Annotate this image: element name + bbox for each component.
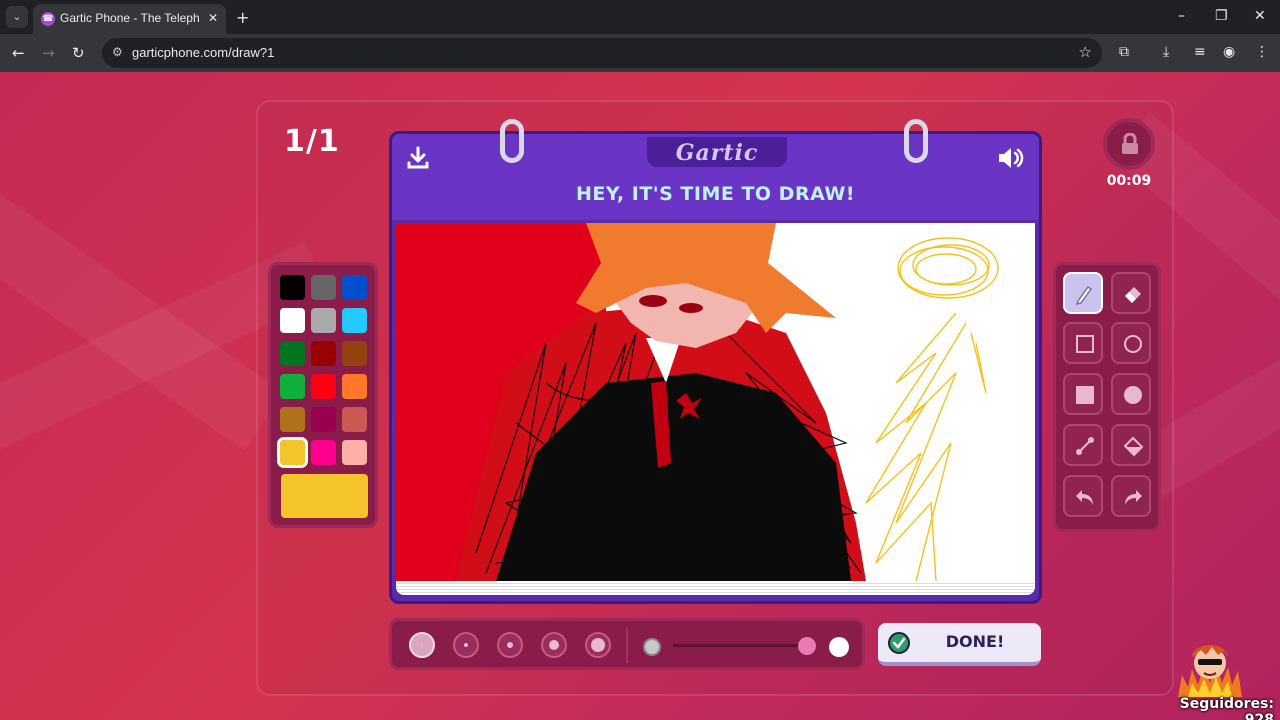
drawing-board: Gartic HEY, IT'S TIME TO DRAW! [389, 119, 1042, 604]
new-tab-button[interactable]: + [236, 8, 249, 27]
board-header: Gartic HEY, IT'S TIME TO DRAW! [392, 134, 1039, 220]
maximize-button[interactable]: ❐ [1215, 8, 1228, 24]
color-swatch[interactable] [342, 308, 367, 333]
lock-icon [1121, 132, 1139, 159]
notebook-pages-edge [396, 581, 1035, 595]
brush-size-panel [389, 618, 865, 670]
line-icon [1076, 437, 1094, 455]
pencil-tool[interactable] [1063, 272, 1103, 314]
opacity-slider-thumb[interactable] [798, 637, 816, 655]
rectangle-fill-icon [1076, 386, 1094, 404]
brand-tab: Gartic [647, 137, 787, 167]
brush-size-4[interactable] [541, 632, 567, 658]
color-swatch[interactable] [280, 407, 305, 432]
checkmark-icon [888, 632, 910, 654]
undo-icon [1076, 490, 1093, 505]
color-swatch[interactable] [280, 275, 305, 300]
download-icon[interactable] [406, 146, 430, 174]
tool-panel [1053, 262, 1161, 532]
opacity-max-indicator [829, 637, 849, 657]
bookmark-star-icon[interactable]: ☆ [1079, 43, 1092, 61]
ellipse-fill-icon [1124, 386, 1142, 404]
address-bar[interactable]: ⚙ garticphone.com/draw?1 ☆ [102, 38, 1102, 68]
done-label: DONE! [945, 632, 1005, 651]
line-tool[interactable] [1063, 424, 1103, 466]
color-swatch[interactable] [311, 275, 336, 300]
current-color-preview [281, 474, 368, 518]
instruction-headline: HEY, IT'S TIME TO DRAW! [575, 183, 856, 205]
opacity-min-indicator [643, 638, 661, 656]
close-window-button[interactable]: ✕ [1254, 8, 1266, 24]
color-swatch[interactable] [342, 275, 367, 300]
color-swatch[interactable] [311, 341, 336, 366]
eraser-tool[interactable] [1111, 272, 1151, 314]
undo-tool[interactable] [1063, 475, 1103, 517]
rectangle-outline-icon [1076, 335, 1094, 353]
downloads-icon[interactable]: ⤓ [1163, 44, 1169, 60]
brush-size-2[interactable] [453, 632, 479, 658]
profile-icon[interactable]: ◉ [1223, 44, 1235, 60]
browser-toolbar: ← → ↻ ⚙ garticphone.com/draw?1 ☆ ⧉ ⤓ ≡ ◉… [0, 34, 1280, 72]
tab-close-icon[interactable]: ✕ [208, 11, 218, 25]
binder-ring-right [904, 119, 928, 163]
color-swatch[interactable] [342, 374, 367, 399]
tab-list-button[interactable]: ⌄ [6, 6, 28, 28]
browser-tab[interactable]: ☎ Gartic Phone - The Telephone Game ✕ [33, 4, 226, 34]
site-settings-icon[interactable]: ⚙ [112, 45, 123, 59]
color-swatch[interactable] [311, 440, 336, 465]
streamer-avatar [1174, 635, 1246, 697]
url-text: garticphone.com/draw?1 [132, 45, 275, 60]
ellipse-outline-tool[interactable] [1111, 322, 1151, 364]
minimize-button[interactable]: – [1178, 8, 1185, 24]
brush-size-3[interactable] [497, 632, 523, 658]
rectangle-fill-tool[interactable] [1063, 373, 1103, 415]
color-palette [268, 262, 378, 528]
game-viewport: 1/1 Gartic HEY, IT'S TIME TO DRAW! 00:09… [0, 72, 1280, 720]
extensions-icon[interactable]: ⧉ [1119, 44, 1129, 60]
ellipse-outline-icon [1124, 335, 1142, 353]
color-swatch[interactable] [342, 341, 367, 366]
back-arrow-icon[interactable]: ← [12, 44, 25, 62]
color-swatch[interactable] [311, 308, 336, 333]
binder-ring-left [500, 119, 524, 163]
media-control-icon[interactable]: ≡ [1194, 44, 1206, 60]
timer-lock-badge [1103, 118, 1155, 170]
reload-icon[interactable]: ↻ [72, 44, 85, 62]
browser-menu-icon[interactable]: ⋮ [1255, 44, 1269, 60]
tab-title: Gartic Phone - The Telephone Game [60, 11, 200, 25]
volume-icon[interactable] [997, 146, 1025, 174]
brush-size-5[interactable] [585, 632, 611, 658]
color-swatch[interactable] [277, 437, 308, 468]
drawing-canvas[interactable] [396, 223, 1035, 581]
round-counter: 1/1 [284, 124, 340, 159]
done-button[interactable]: DONE! [878, 623, 1041, 666]
gartic-logo: Gartic [675, 140, 759, 166]
panel-divider [626, 627, 628, 663]
eraser-icon [1125, 287, 1141, 303]
redo-icon [1125, 490, 1142, 505]
color-swatch[interactable] [342, 440, 367, 465]
color-swatch[interactable] [280, 374, 305, 399]
color-swatch[interactable] [311, 407, 336, 432]
fill-bucket-tool[interactable] [1111, 424, 1151, 466]
fill-bucket-icon [1123, 436, 1144, 457]
rectangle-outline-tool[interactable] [1063, 322, 1103, 364]
color-swatch[interactable] [342, 407, 367, 432]
ellipse-fill-tool[interactable] [1111, 373, 1151, 415]
pencil-icon [1075, 285, 1093, 305]
followers-counter: Seguidores: 928 [1179, 696, 1274, 720]
color-swatch[interactable] [311, 374, 336, 399]
redo-tool[interactable] [1111, 475, 1151, 517]
phone-favicon-icon: ☎ [41, 12, 55, 26]
opacity-slider-track[interactable] [673, 644, 807, 647]
forward-arrow-icon[interactable]: → [42, 44, 55, 62]
drawing-artwork [396, 223, 999, 581]
countdown-timer: 00:09 [1106, 173, 1152, 189]
color-swatch[interactable] [280, 341, 305, 366]
browser-tab-bar: ⌄ ☎ Gartic Phone - The Telephone Game ✕ … [0, 0, 1280, 34]
color-swatch[interactable] [280, 308, 305, 333]
brush-size-1[interactable] [409, 632, 435, 658]
